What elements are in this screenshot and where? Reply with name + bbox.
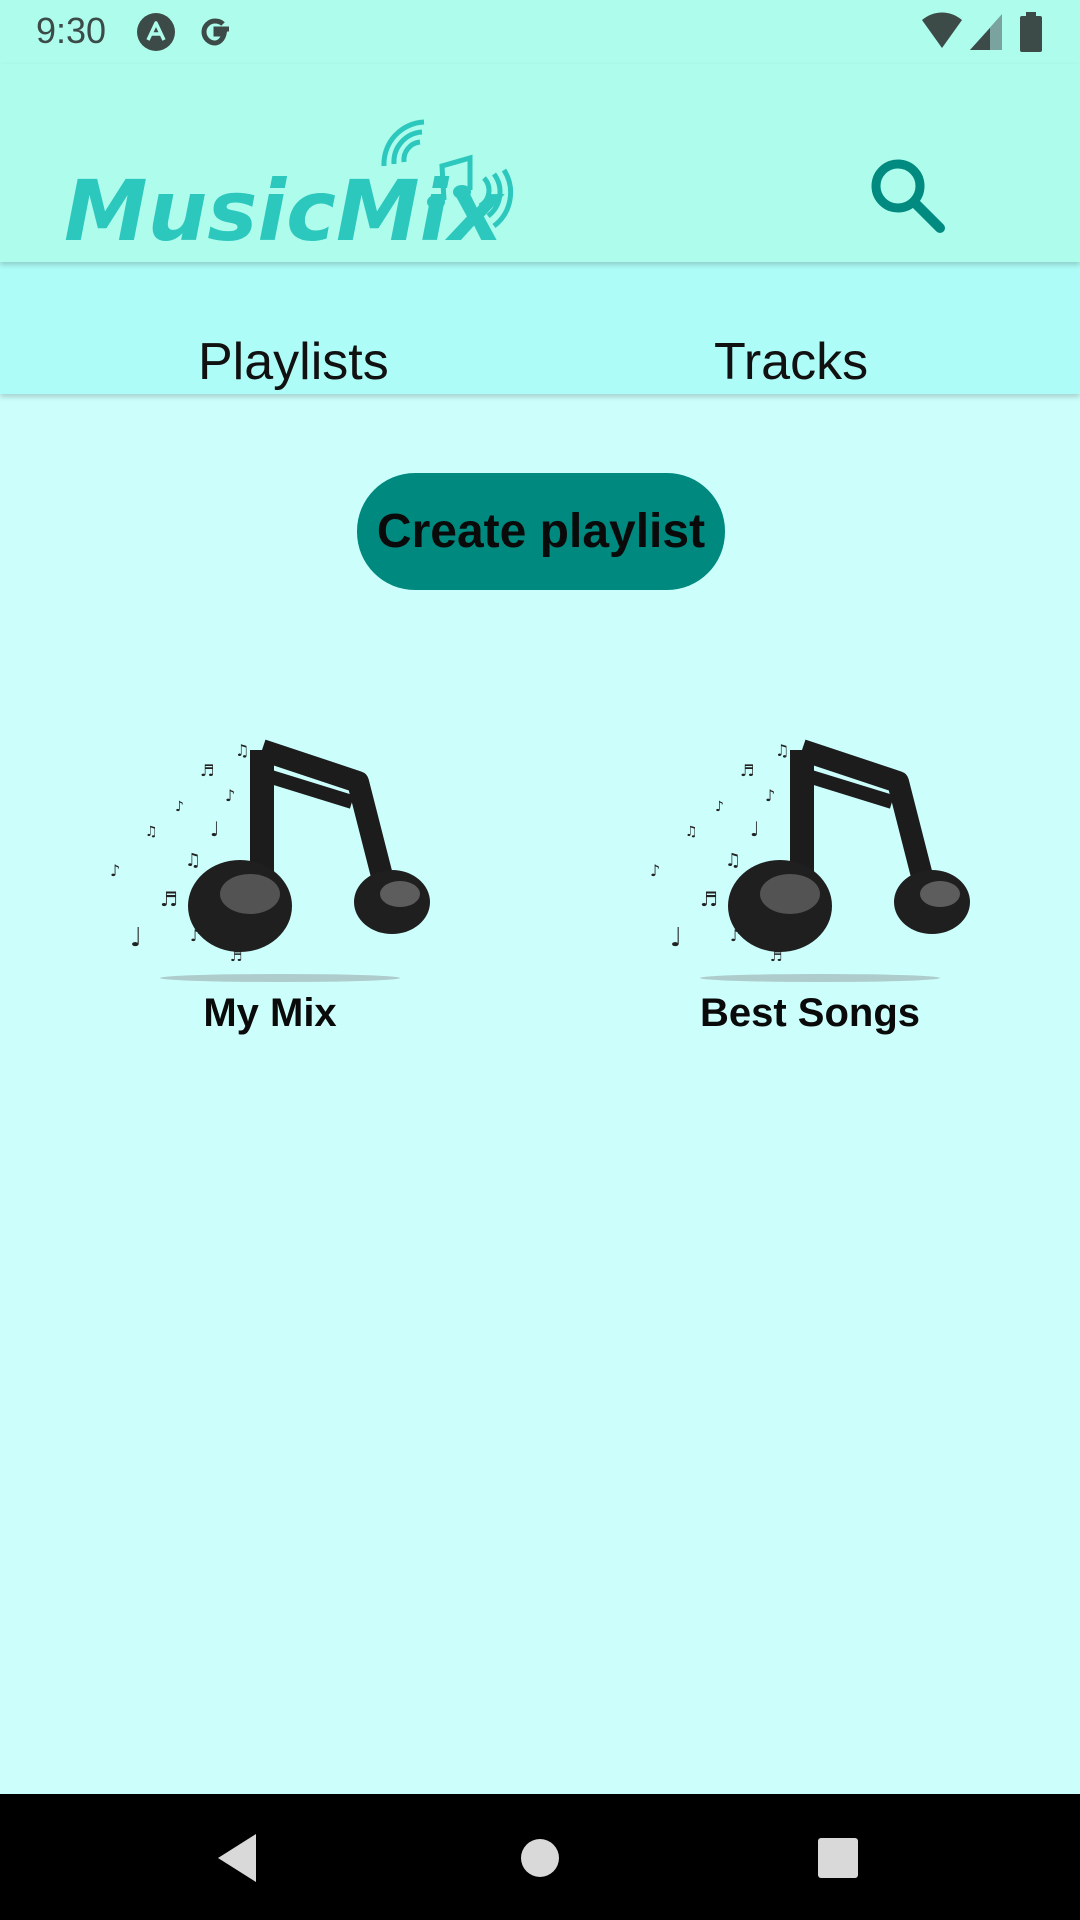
svg-text:♫: ♫ xyxy=(775,741,789,760)
svg-text:♪: ♪ xyxy=(650,861,660,880)
playlist-card-best-songs[interactable]: ♪ ♩ ♫ ♬ ♪ ♫ ♪ ♬ ♩ ♫ ♪ ♬ ♫ ♪ ♩ xyxy=(630,716,990,1046)
svg-text:♬: ♬ xyxy=(700,887,718,911)
cell-signal-icon xyxy=(968,12,1004,57)
svg-text:♬: ♬ xyxy=(200,761,214,780)
music-note-icon: ♪ ♩ ♫ ♬ ♪ ♫ ♪ ♬ ♩ ♫ ♪ ♬ ♫ ♪ ♩ xyxy=(90,716,450,986)
status-time: 9:30 xyxy=(36,10,107,51)
app-logo: MusicMix xyxy=(64,104,544,260)
back-icon[interactable] xyxy=(206,1826,270,1890)
wifi-icon xyxy=(920,12,964,57)
search-button[interactable] xyxy=(866,154,950,238)
playlist-title: Best Songs xyxy=(699,991,921,1035)
svg-text:♪: ♪ xyxy=(110,861,120,880)
svg-text:♩: ♩ xyxy=(750,817,759,841)
home-icon[interactable] xyxy=(508,1826,572,1890)
search-icon xyxy=(866,159,950,242)
svg-text:♪: ♪ xyxy=(175,799,184,815)
svg-text:♩: ♩ xyxy=(670,923,682,953)
system-nav-bar xyxy=(0,1794,1080,1920)
svg-text:♪: ♪ xyxy=(715,799,724,815)
tab-bar: Playlists Tracks xyxy=(0,262,1080,394)
status-bar: 9:30 xyxy=(0,0,1080,64)
android-auto-icon xyxy=(136,12,176,57)
svg-text:♩: ♩ xyxy=(130,923,142,953)
tab-playlists[interactable]: Playlists xyxy=(198,332,389,392)
svg-text:♪: ♪ xyxy=(765,786,775,805)
playlist-title: My Mix xyxy=(203,991,337,1035)
svg-text:♬: ♬ xyxy=(740,761,754,780)
svg-text:♫: ♫ xyxy=(185,850,201,871)
svg-text:♩: ♩ xyxy=(210,817,219,841)
svg-text:♫: ♫ xyxy=(725,850,741,871)
svg-text:♪: ♪ xyxy=(225,786,235,805)
recents-icon[interactable] xyxy=(806,1826,870,1890)
google-g-icon xyxy=(196,12,236,57)
create-playlist-button[interactable]: Create playlist xyxy=(357,473,725,590)
app-bar: MusicMix xyxy=(0,64,1080,262)
svg-text:♫: ♫ xyxy=(685,824,698,840)
svg-text:♫: ♫ xyxy=(145,824,158,840)
tab-tracks[interactable]: Tracks xyxy=(714,332,868,392)
svg-text:♫: ♫ xyxy=(235,741,249,760)
music-note-icon: ♪ ♩ ♫ ♬ ♪ ♫ ♪ ♬ ♩ ♫ ♪ ♬ ♫ ♪ ♩ xyxy=(630,716,990,986)
svg-text:♬: ♬ xyxy=(160,887,178,911)
playlist-card-my-mix[interactable]: ♪ ♩ ♫ ♬ ♪ ♫ ♪ ♬ ♩ ♫ ♪ ♬ ♫ ♪ ♩ xyxy=(90,716,450,1046)
battery-icon xyxy=(1018,12,1044,57)
